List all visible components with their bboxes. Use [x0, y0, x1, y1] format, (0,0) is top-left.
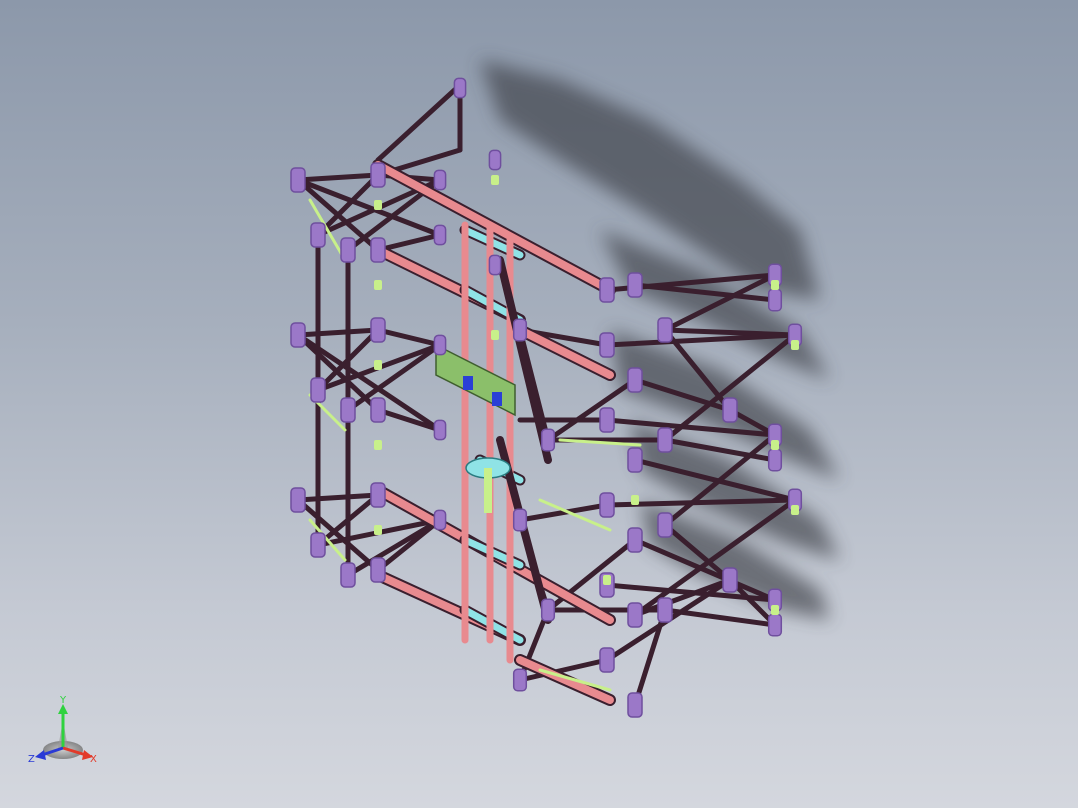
- connector-node: [599, 407, 615, 433]
- truss-member: [375, 327, 443, 348]
- joint-ring: [771, 280, 779, 290]
- connector-node: [657, 317, 673, 343]
- connector-node: [370, 557, 386, 583]
- connector-node: [433, 224, 447, 246]
- joint-ring: [491, 330, 499, 340]
- joint-ring: [374, 200, 382, 210]
- z-axis-label: Z: [28, 754, 35, 765]
- connector-node: [540, 598, 556, 622]
- connector-node: [370, 482, 386, 508]
- connector-node: [627, 447, 643, 473]
- connector-node: [370, 397, 386, 423]
- connector-node: [290, 487, 306, 513]
- joint-ring: [771, 440, 779, 450]
- truss-member: [375, 232, 443, 253]
- connector-node: [512, 668, 528, 692]
- connector-node: [627, 602, 643, 628]
- connector-node: [340, 237, 356, 263]
- connector-node: [627, 527, 643, 553]
- drive-motor-right: [492, 392, 502, 406]
- truss-member: [295, 172, 381, 183]
- truss-member: [295, 327, 381, 338]
- connector-node: [657, 597, 673, 623]
- joint-ring: [603, 575, 611, 585]
- joint-ring: [374, 440, 382, 450]
- joint-ring: [374, 280, 382, 290]
- joint-ring: [791, 505, 799, 515]
- connector-node: [488, 149, 502, 171]
- connector-node: [599, 332, 615, 358]
- cad-3d-viewport[interactable]: [0, 0, 1078, 808]
- connector-node: [627, 272, 643, 298]
- connector-node: [540, 428, 556, 452]
- truss-member: [375, 407, 443, 433]
- connector-node: [599, 492, 615, 518]
- coordinate-triad: Y X Z: [28, 695, 97, 765]
- connector-node: [599, 277, 615, 303]
- connector-node: [488, 254, 502, 276]
- gearbox-housing: [435, 343, 516, 417]
- joint-ring: [791, 340, 799, 350]
- truss-member: [545, 537, 638, 613]
- connector-node: [767, 448, 783, 472]
- connector-node: [310, 222, 326, 248]
- connector-node: [599, 647, 615, 673]
- connector-node: [512, 318, 528, 342]
- connector-node: [433, 169, 447, 191]
- connector-node: [290, 322, 306, 348]
- connector-node: [512, 508, 528, 532]
- truss-member: [375, 82, 463, 163]
- joint-ring: [491, 175, 499, 185]
- connector-node: [433, 509, 447, 531]
- connector-node: [627, 367, 643, 393]
- connector-node: [767, 288, 783, 312]
- connector-node: [290, 167, 306, 193]
- connector-node: [370, 317, 386, 343]
- connector-node: [433, 334, 447, 356]
- truss-member: [295, 492, 381, 503]
- joint-ring: [631, 495, 639, 505]
- connector-node: [433, 419, 447, 441]
- connector-node: [310, 377, 326, 403]
- truss-member: [516, 656, 614, 704]
- connector-node: [453, 77, 467, 99]
- connector-node: [340, 397, 356, 423]
- connector-node: [370, 237, 386, 263]
- joint-ring: [374, 360, 382, 370]
- connector-node: [722, 567, 738, 593]
- connector-node: [767, 613, 783, 637]
- connector-node: [370, 162, 386, 188]
- joint-ring: [374, 525, 382, 535]
- connector-node: [722, 397, 738, 423]
- connector-node: [340, 562, 356, 588]
- joint-ring: [771, 605, 779, 615]
- truss-member: [545, 377, 638, 443]
- connector-node: [310, 532, 326, 558]
- connector-node: [627, 692, 643, 718]
- y-axis-label: Y: [59, 695, 67, 706]
- drive-shaft: [484, 468, 492, 513]
- connector-node: [657, 427, 673, 453]
- x-axis-label: X: [90, 754, 97, 765]
- connector-node: [657, 512, 673, 538]
- truss-member: [517, 502, 610, 523]
- drive-motor-left: [463, 376, 473, 390]
